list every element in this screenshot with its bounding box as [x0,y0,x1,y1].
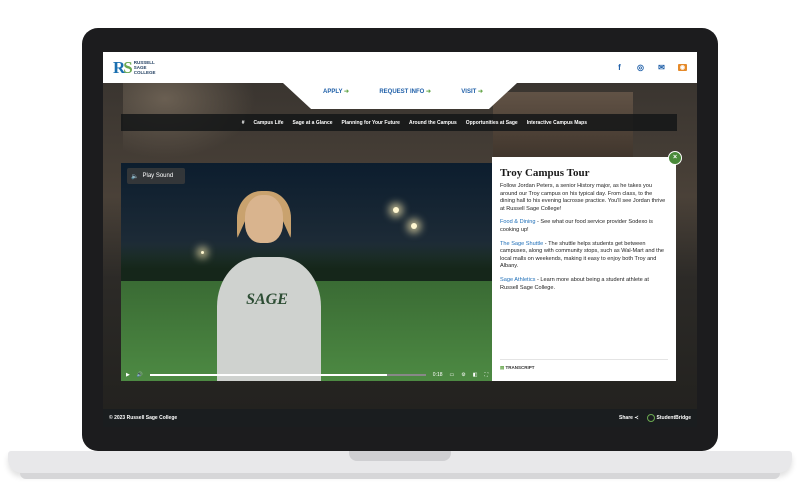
sage-shuttle-link[interactable]: The Sage Shuttle [500,241,543,247]
apply-link[interactable]: APPLY ➜ [323,88,349,95]
info-panel: Troy Campus Tour Follow Jordan Peters, a… [492,157,676,381]
footer-right: Share ≺ StudentBridge [619,414,691,422]
nav-planning-future[interactable]: Planning for Your Future [342,120,400,126]
copyright-text: © 2023 Russell Sage College [109,415,178,421]
panel-item-athletics: Sage Athletics - Learn more about being … [500,276,649,291]
speaker-icon: 🔈 [131,173,139,180]
site-header: RS RUSSELL SAGE COLLEGE f ◎ ✉ ◉ [103,52,697,83]
transcript-button[interactable]: ▤ TRANSCRIPT [500,365,535,371]
cta-links: APPLY ➜ REQUEST INFO ➜ VISIT ➜ [323,88,483,95]
student-jersey [217,257,321,381]
stadium-light [411,223,417,229]
nav-campus-life[interactable]: Campus Life [253,120,283,126]
settings-icon[interactable]: ⚙ [461,372,465,378]
fullscreen-icon[interactable]: ⛶ [484,372,488,378]
play-sound-button[interactable]: 🔈 Play Sound [127,168,185,184]
nav-sage-at-a-glance[interactable]: Sage at a Glance [292,120,332,126]
panel-item-food: Food & Dining - See what our food servic… [500,219,653,233]
laptop-notch [349,451,451,461]
transcript-icon: ▤ [500,365,505,370]
video-controls: ▶ 🔊 0:18 ▭ ⚙ ◧ ⛶ [121,369,493,381]
screen: RS RUSSELL SAGE COLLEGE f ◎ ✉ ◉ APPLY ➜ … [103,52,697,427]
studentbridge-logo[interactable]: StudentBridge [646,414,691,422]
cta-tab [283,83,517,109]
stadium-light [201,251,204,254]
instagram-icon[interactable]: ◎ [636,63,645,72]
jersey-text: SAGE [246,291,288,308]
panel-item-shuttle: The Sage Shuttle - The shuttle helps stu… [500,240,664,270]
video-player[interactable]: SAGE 🔈 Play Sound ▶ 🔊 0:18 ▭ ⚙ ◧ ⛶ [121,163,493,381]
food-dining-link[interactable]: Food & Dining [500,219,535,225]
play-sound-label: Play Sound [142,173,174,179]
progress-fill [150,374,388,376]
college-logo[interactable]: RS RUSSELL SAGE COLLEGE [113,58,156,78]
share-button[interactable]: Share ≺ [619,415,639,421]
studentbridge-icon [646,414,655,422]
logo-mark: RS [113,57,133,77]
request-info-link[interactable]: REQUEST INFO ➜ [379,88,431,95]
email-icon[interactable]: ✉ [657,63,666,72]
time-display: 0:18 [432,372,443,378]
panel-intro: Follow Jordan Peters, a senior History m… [500,183,666,212]
share-icon: ≺ [634,415,639,421]
logo-text: RUSSELL SAGE COLLEGE [133,60,156,75]
panel-divider [500,359,668,360]
close-panel-button[interactable]: × [668,151,682,165]
volume-icon[interactable]: 🔊 [137,372,143,378]
student-figure: SAGE [217,191,321,381]
nav-campus-maps[interactable]: Interactive Campus Maps [527,120,587,126]
student-head [245,195,283,243]
nav-around-campus[interactable]: Around the Campus [409,120,457,126]
rss-icon[interactable]: ◉ [678,64,687,71]
site-footer: © 2023 Russell Sage College Share ≺ Stud… [103,409,697,427]
sage-athletics-link[interactable]: Sage Athletics [500,277,535,283]
captions-icon[interactable]: ▭ [450,372,455,378]
pip-icon[interactable]: ◧ [473,372,478,378]
panel-title: Troy Campus Tour [500,167,590,179]
progress-bar[interactable] [150,374,426,376]
visit-link[interactable]: VISIT ➜ [461,88,483,95]
play-icon[interactable]: ▶ [126,372,130,378]
laptop-shadow [20,473,780,479]
stadium-light [393,207,399,213]
social-links: f ◎ ✉ ◉ [615,63,687,72]
main-nav: # Campus Life Sage at a Glance Planning … [121,114,677,131]
nav-opportunities[interactable]: Opportunities at Sage [466,120,518,126]
facebook-icon[interactable]: f [615,63,624,72]
nav-home-icon[interactable]: # [242,120,245,126]
